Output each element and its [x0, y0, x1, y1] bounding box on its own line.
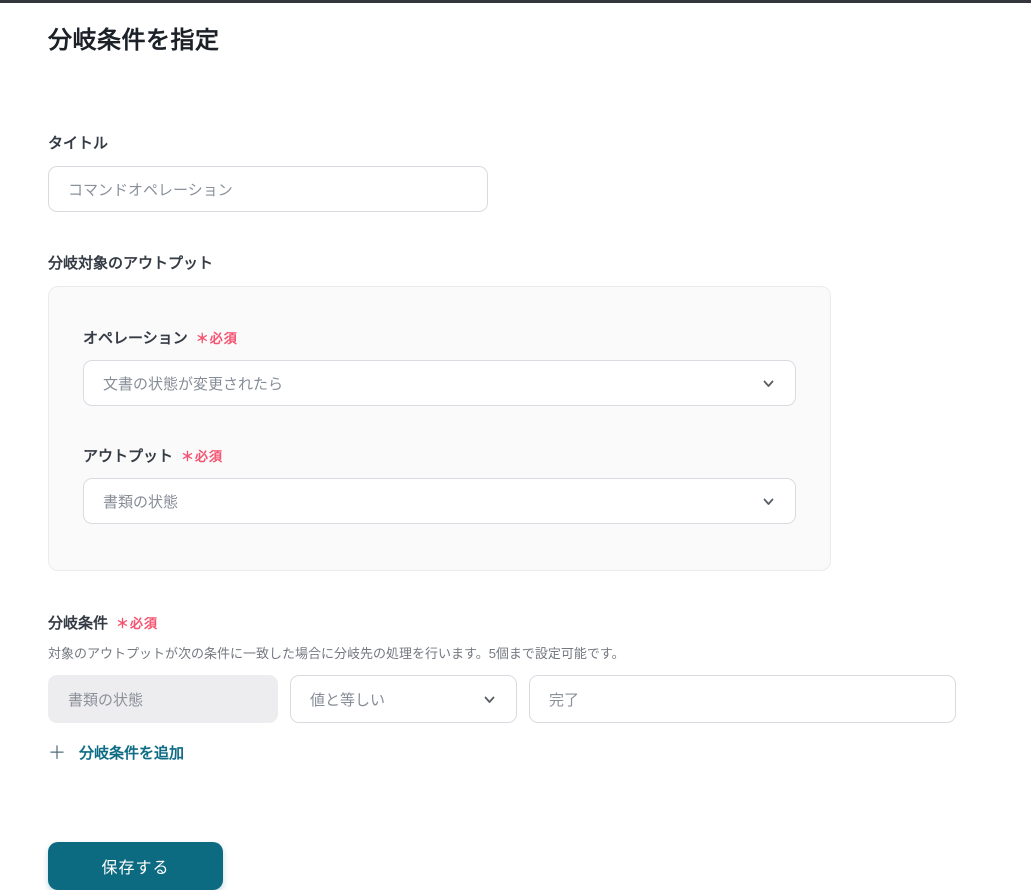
output-section-label-text: 分岐対象のアウトプット — [48, 255, 214, 272]
condition-target-field: 書類の状態 — [48, 675, 278, 723]
output-label-text: アウトプット — [83, 448, 174, 465]
chevron-down-icon — [761, 494, 776, 509]
plus-icon: ＋ — [48, 742, 66, 763]
output-select[interactable]: 書類の状態 — [83, 478, 796, 524]
title-field-label: タイトル — [48, 132, 983, 153]
title-input[interactable] — [48, 166, 488, 212]
operation-select[interactable]: 文書の状態が変更されたら — [83, 360, 796, 406]
output-field-label: アウトプット ＊必須 — [83, 445, 796, 466]
condition-section-label: 分岐条件 ＊必須 — [48, 612, 983, 633]
window-top-edge — [0, 0, 1031, 3]
condition-target-value: 書類の状態 — [68, 691, 144, 709]
save-button[interactable]: 保存する — [48, 841, 223, 890]
condition-value-input[interactable] — [529, 675, 956, 723]
add-condition-label: 分岐条件を追加 — [79, 745, 185, 762]
page-title: 分岐条件を指定 — [48, 27, 220, 54]
condition-operator-select[interactable]: 値と等しい — [290, 675, 517, 723]
operation-label-text: オペレーション — [83, 330, 188, 347]
condition-row: 書類の状態 値と等しい — [48, 675, 983, 723]
condition-description: 対象のアウトプットが次の条件に一致した場合に分岐先の処理を行います。5個まで設定… — [48, 646, 625, 661]
output-selected-value: 書類の状態 — [103, 493, 179, 511]
output-section-card: オペレーション ＊必須 文書の状態が変更されたら アウトプット ＊必須 書類の状… — [48, 286, 831, 571]
output-required-badge: ＊必須 — [181, 449, 224, 464]
output-section-label: 分岐対象のアウトプット — [48, 252, 983, 273]
condition-operator-value: 値と等しい — [310, 691, 386, 709]
title-label-text: タイトル — [48, 135, 109, 152]
condition-required-badge: ＊必須 — [116, 616, 159, 631]
chevron-down-icon — [761, 376, 776, 391]
operation-selected-value: 文書の状態が変更されたら — [103, 375, 284, 393]
branch-condition-form: 分岐条件を指定 タイトル 分岐対象のアウトプット オペレーション ＊必須 文書の… — [0, 20, 1031, 890]
condition-label-text: 分岐条件 — [48, 615, 109, 632]
operation-required-badge: ＊必須 — [195, 331, 238, 346]
chevron-down-icon — [482, 692, 497, 707]
operation-field-label: オペレーション ＊必須 — [83, 327, 796, 348]
add-condition-link[interactable]: ＋ 分岐条件を追加 — [48, 742, 184, 763]
